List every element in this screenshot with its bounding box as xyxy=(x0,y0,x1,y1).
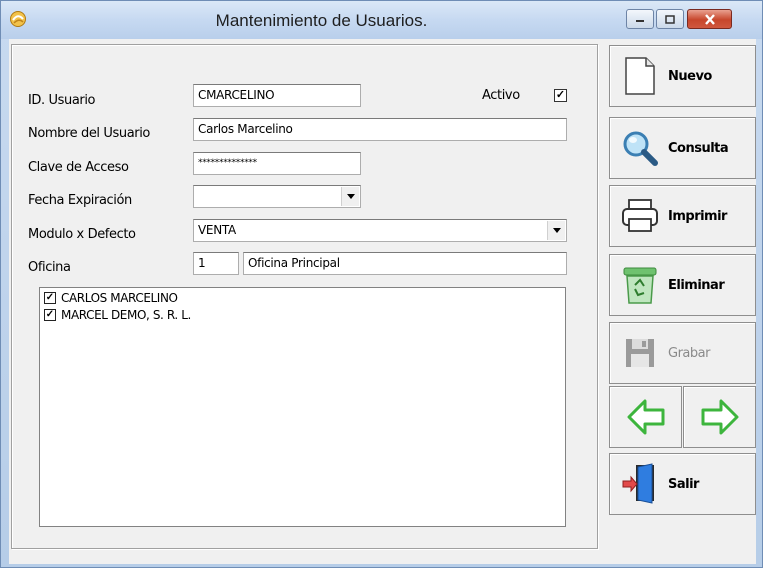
print-button-label: Imprimir xyxy=(668,208,727,224)
maximize-icon xyxy=(665,14,675,24)
previous-record-button[interactable] xyxy=(609,386,682,448)
title-bar[interactable]: Mantenimiento de Usuarios. xyxy=(1,1,762,39)
query-button[interactable]: Consulta xyxy=(609,117,756,179)
company-label: MARCEL DEMO, S. R. L. xyxy=(61,308,191,322)
new-button-label: Nuevo xyxy=(668,68,712,84)
save-button-label: Grabar xyxy=(668,345,710,361)
user-id-field[interactable]: CMARCELINO xyxy=(193,84,361,107)
default-module-value: VENTA xyxy=(198,223,236,237)
door-exit-icon xyxy=(622,463,654,504)
list-item[interactable]: ✓ MARCEL DEMO, S. R. L. xyxy=(44,307,191,323)
save-button[interactable]: Grabar xyxy=(609,322,756,384)
company-checkbox[interactable]: ✓ xyxy=(44,309,56,321)
minimize-icon xyxy=(636,20,644,22)
office-label: Oficina xyxy=(28,260,71,275)
office-name-field: Oficina Principal xyxy=(243,252,567,275)
company-label: CARLOS MARCELINO xyxy=(61,291,178,305)
active-checkbox[interactable]: ✓ xyxy=(554,89,567,102)
close-button[interactable] xyxy=(687,9,732,29)
next-record-button[interactable] xyxy=(683,386,756,448)
floppy-icon xyxy=(626,339,654,367)
delete-button-label: Eliminar xyxy=(668,277,725,293)
exit-button[interactable]: Salir xyxy=(609,453,756,515)
recycle-bin-icon xyxy=(623,267,657,304)
default-module-select[interactable]: VENTA xyxy=(193,219,567,242)
query-button-label: Consulta xyxy=(668,140,729,156)
user-name-field[interactable]: Carlos Marcelino xyxy=(193,118,567,141)
expiration-date-picker[interactable] xyxy=(193,185,361,208)
app-window: Mantenimiento de Usuarios. ID. Usuario C… xyxy=(0,0,763,568)
password-field[interactable]: ************** xyxy=(193,152,361,175)
client-area: ID. Usuario CMARCELINO Activo ✓ Nombre d… xyxy=(9,39,756,564)
office-code-field[interactable]: 1 xyxy=(193,252,239,275)
close-icon xyxy=(704,13,715,25)
arrow-right-icon xyxy=(701,399,738,435)
user-name-label: Nombre del Usuario xyxy=(28,126,150,141)
default-module-label: Modulo x Defecto xyxy=(28,227,136,242)
chevron-down-icon[interactable] xyxy=(341,187,359,206)
magnifier-icon xyxy=(623,131,658,166)
arrow-left-icon xyxy=(627,399,664,435)
new-button[interactable]: Nuevo xyxy=(609,45,756,107)
chevron-down-icon[interactable] xyxy=(547,221,565,240)
printer-icon xyxy=(622,199,658,232)
exit-button-label: Salir xyxy=(668,476,699,492)
expiration-label: Fecha Expiración xyxy=(28,193,132,208)
company-checklist[interactable]: ✓ CARLOS MARCELINO ✓ MARCEL DEMO, S. R. … xyxy=(39,287,566,527)
active-label: Activo xyxy=(482,88,520,103)
maximize-button[interactable] xyxy=(656,9,684,29)
minimize-button[interactable] xyxy=(626,9,654,29)
company-checkbox[interactable]: ✓ xyxy=(44,292,56,304)
print-button[interactable]: Imprimir xyxy=(609,185,756,247)
user-id-label: ID. Usuario xyxy=(28,93,96,108)
document-icon xyxy=(625,57,655,95)
delete-button[interactable]: Eliminar xyxy=(609,254,756,316)
password-label: Clave de Acceso xyxy=(28,160,129,175)
window-title: Mantenimiento de Usuarios. xyxy=(215,11,428,30)
list-item[interactable]: ✓ CARLOS MARCELINO xyxy=(44,290,178,306)
